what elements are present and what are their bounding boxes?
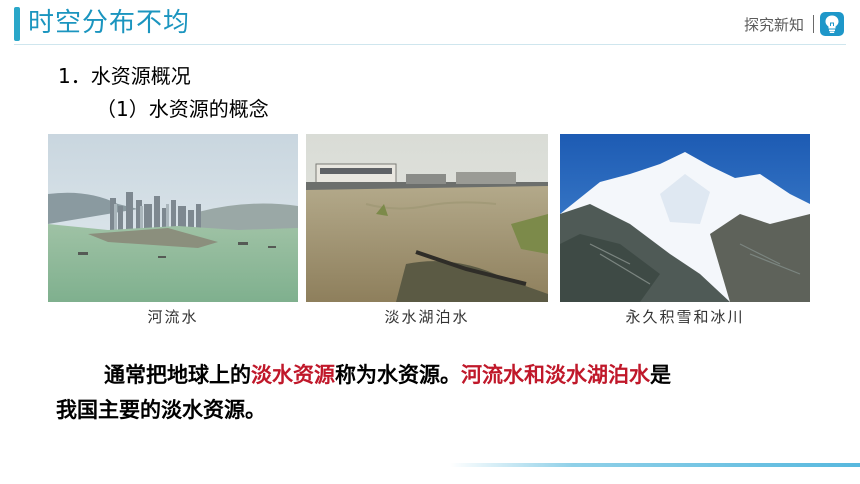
section-label: 探究新知 [743,16,804,34]
lightbulb-button[interactable] [820,12,844,36]
paragraph-line2: 我国主要的淡水资源。 [56,398,266,422]
slide: 时空分布不均 探究新知 1．水资源概况 （1）水资源的概念 河流水 淡水湖泊水 … [0,0,860,484]
bottom-decor-line [450,463,860,467]
para-highlight-freshwater: 淡水资源 [251,363,335,387]
para-text-2: 称为水资源。 [335,363,461,387]
para-highlight-rivers-lakes: 河流水和淡水湖泊水 [461,363,650,387]
heading-water-overview: 1．水资源概况 [58,64,191,88]
lake-photo [306,134,548,302]
paragraph-line1: 通常把地球上的淡水资源称为水资源。河流水和淡水湖泊水是 [104,361,671,389]
page-title: 时空分布不均 [28,8,191,38]
lightbulb-icon [825,15,839,33]
para-text-3: 是 [650,363,671,387]
caption-glacier: 永久积雪和冰川 [625,308,745,326]
caption-river: 河流水 [147,308,199,326]
header-separator [14,44,846,45]
glacier-photo [560,134,810,302]
para-text-1: 通常把地球上的 [104,363,251,387]
caption-lake: 淡水湖泊水 [384,308,470,326]
heading-water-concept: （1）水资源的概念 [96,97,269,121]
header-accent-bar [14,7,20,41]
river-city-photo [48,134,298,302]
header-divider [813,15,814,33]
